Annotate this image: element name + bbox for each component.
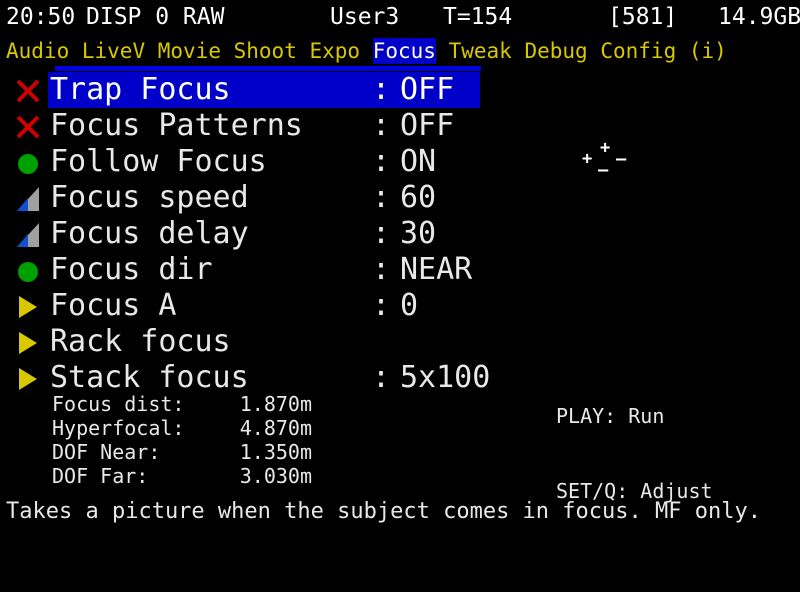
menu-row-label: Rack focus	[50, 324, 231, 359]
menu-row-label: Focus dir	[50, 252, 213, 287]
menu-row[interactable]: Focus Patterns: OFF	[0, 108, 800, 144]
hint-play: PLAY: Run	[556, 404, 665, 428]
menu-row-label: Focus A	[50, 288, 177, 323]
arrow-icon	[14, 293, 42, 321]
focus-info-block: Focus dist: 1.870m Hyperfocal: 4.870m DOF Ne…	[52, 392, 312, 488]
arrow-icon	[14, 365, 42, 393]
minus-down-icon: –	[598, 160, 609, 180]
cross-icon	[14, 77, 42, 105]
slider-icon	[14, 185, 42, 213]
tab-gap	[588, 39, 601, 63]
menu-row-value[interactable]: NEAR	[400, 252, 472, 288]
footer-help-text: Takes a picture when the subject comes i…	[6, 499, 761, 524]
tab-underline	[55, 66, 481, 71]
tab-livev[interactable]: LiveV	[82, 38, 145, 64]
focus-info-key: DOF Far:	[52, 464, 149, 488]
focus-info-row: Hyperfocal: 4.870m	[52, 416, 312, 440]
menu-row[interactable]: Follow Focus: ON	[0, 144, 800, 180]
menu-row-value[interactable]: 30	[400, 216, 436, 252]
menu-row[interactable]: Focus dir: NEAR	[0, 252, 800, 288]
tab-debug[interactable]: Debug	[524, 38, 587, 64]
tab-config[interactable]: Config	[600, 38, 676, 64]
status-card-space: 14.9GB	[718, 4, 800, 30]
menu-row-value[interactable]: OFF	[400, 108, 454, 144]
footer-help-bar: Takes a picture when the subject comes i…	[0, 496, 800, 530]
camera-osd-screen: 20:50 DISP 0 RAW User3 T=154 [581] 14.9G…	[0, 0, 800, 530]
focus-info-key: DOF Near:	[52, 440, 161, 464]
focus-info-value: 1.350m	[239, 440, 312, 464]
status-temperature: T=154	[443, 4, 513, 30]
focus-menu-list[interactable]: Trap Focus: OFF Focus Patterns: OFF Follow F…	[0, 72, 800, 396]
follow-focus-adjust-widget: + + – –	[578, 138, 634, 180]
minus-right-icon: –	[616, 149, 627, 169]
menu-tab-bar[interactable]: Audio LiveV Movie Shoot Expo Focus Tweak…	[0, 38, 800, 64]
status-display-mode: DISP 0 RAW	[86, 4, 225, 30]
menu-row-value[interactable]: 5x100	[400, 360, 490, 396]
menu-row-label: Follow Focus	[50, 144, 267, 179]
plus-left-icon: +	[582, 149, 593, 169]
menu-row-label: Stack focus	[50, 360, 249, 395]
menu-row[interactable]: Focus speed:60	[0, 180, 800, 216]
status-user-profile: User3	[330, 4, 400, 30]
menu-row-label: Focus delay	[50, 216, 249, 251]
menu-row-value[interactable]: 0	[400, 288, 418, 324]
menu-row-label: Trap Focus	[50, 72, 231, 107]
menu-row-label: Focus speed	[50, 180, 249, 215]
tab-tweak[interactable]: Tweak	[449, 38, 512, 64]
menu-row-value[interactable]: 60	[400, 180, 436, 216]
menu-row-value[interactable]: ON	[400, 144, 436, 180]
focus-info-value: 4.870m	[239, 416, 312, 440]
tab-gap	[69, 39, 82, 63]
arrow-icon	[14, 329, 42, 357]
tab-focus[interactable]: Focus	[372, 38, 436, 64]
tab-movie[interactable]: Movie	[158, 38, 221, 64]
tab-gap	[360, 39, 373, 63]
menu-row-colon: :	[372, 252, 391, 287]
menu-row-colon: :	[372, 288, 391, 323]
tab-shoot[interactable]: Shoot	[234, 38, 297, 64]
focus-info-value: 3.030m	[239, 464, 312, 488]
menu-row-colon: :	[372, 108, 391, 143]
menu-row-label: Focus Patterns	[50, 108, 303, 143]
dot-icon	[14, 149, 42, 177]
menu-row-colon: :	[372, 180, 391, 215]
tab-gap	[297, 39, 310, 63]
status-bar: 20:50 DISP 0 RAW User3 T=154 [581] 14.9G…	[0, 0, 800, 34]
tab-gap	[436, 39, 449, 63]
status-shots-remaining: [581]	[608, 4, 678, 30]
tab-gap	[145, 39, 158, 63]
tab-gap	[221, 39, 234, 63]
focus-info-key: Hyperfocal:	[52, 416, 185, 440]
menu-row-colon: :	[372, 360, 391, 395]
menu-row[interactable]: Focus delay:30	[0, 216, 800, 252]
focus-info-row: DOF Near: 1.350m	[52, 440, 312, 464]
tab-gap	[512, 39, 525, 63]
slider-icon	[14, 221, 42, 249]
focus-info-row: DOF Far: 3.030m	[52, 464, 312, 488]
tab-i[interactable]: (i)	[689, 38, 727, 64]
menu-row-colon: :	[372, 216, 391, 251]
tab-audio[interactable]: Audio	[6, 38, 69, 64]
menu-row-colon: :	[372, 72, 391, 107]
tab-expo[interactable]: Expo	[310, 38, 361, 64]
tab-gap	[676, 39, 689, 63]
status-time: 20:50	[6, 4, 76, 30]
menu-row[interactable]: Trap Focus: OFF	[0, 72, 800, 108]
menu-row-colon: :	[372, 144, 391, 179]
dot-icon	[14, 257, 42, 285]
menu-row-value[interactable]: OFF	[400, 72, 454, 108]
plus-up-icon: +	[600, 138, 611, 158]
cross-icon	[14, 113, 42, 141]
menu-row[interactable]: Focus A:0	[0, 288, 800, 324]
